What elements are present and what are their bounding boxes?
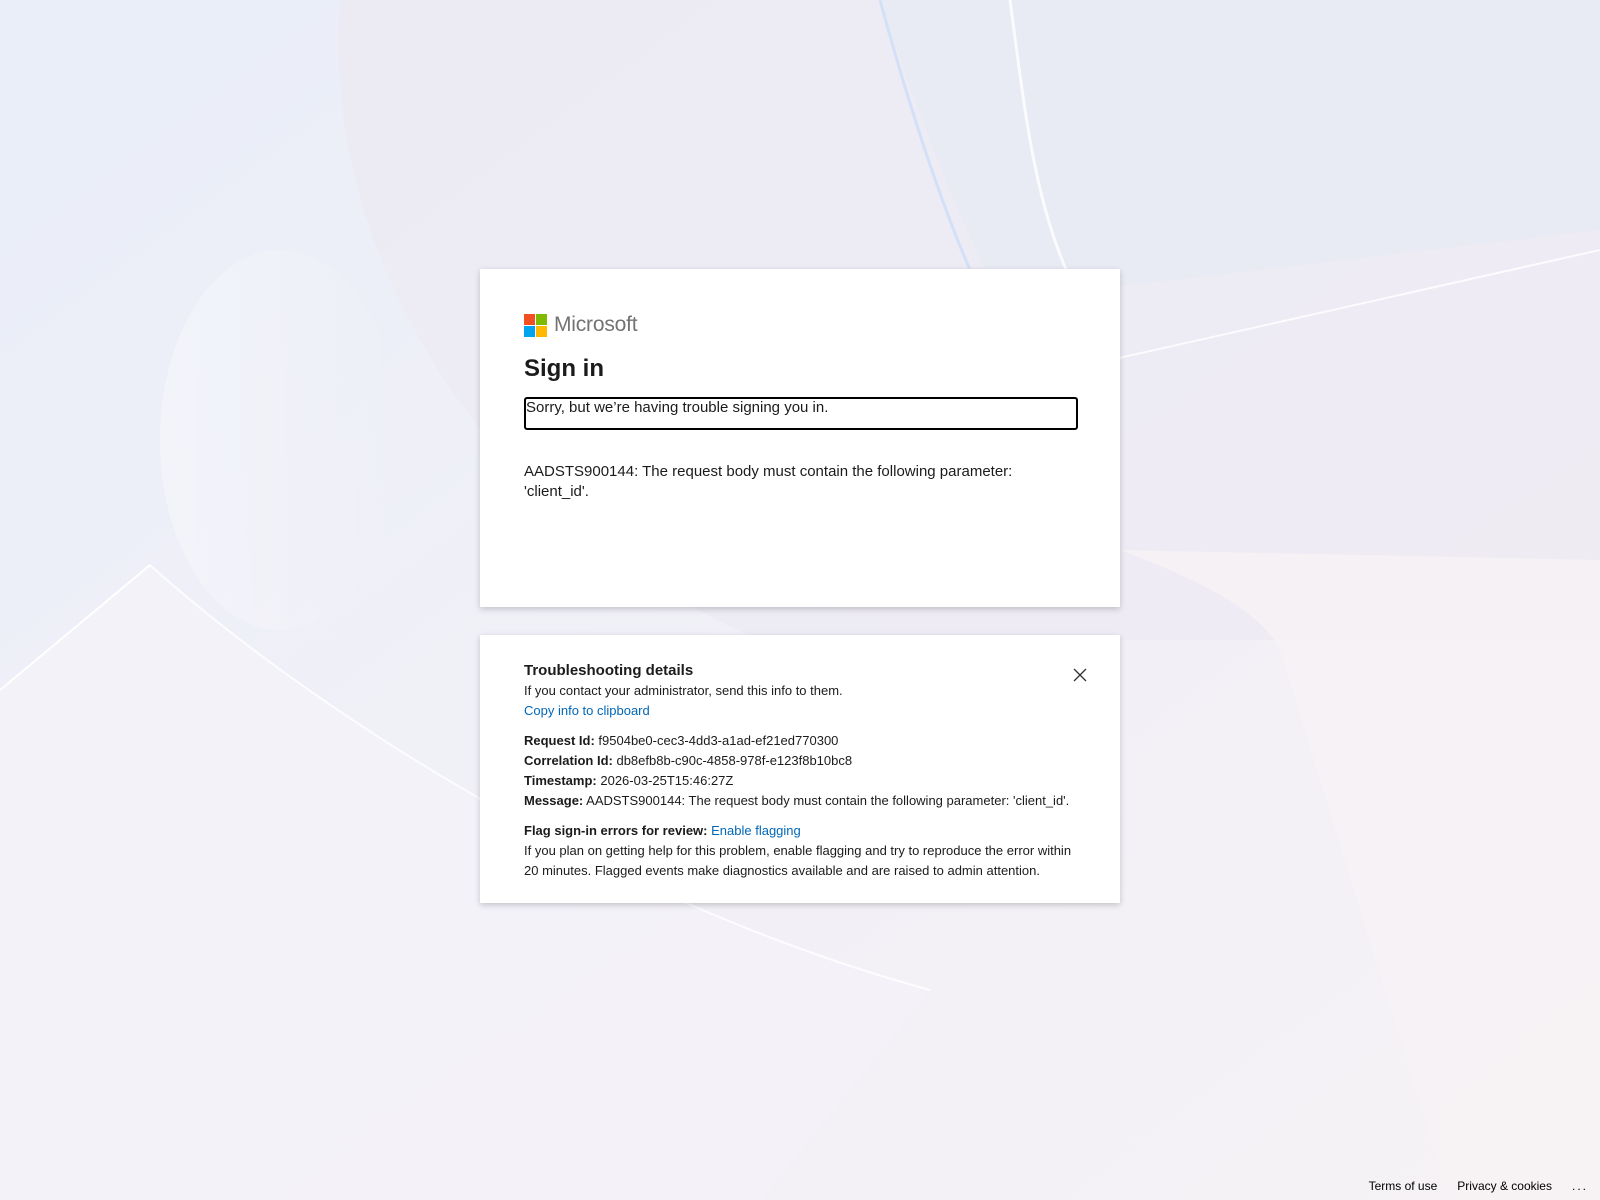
message-row: Message: AADSTS900144: The request body … (524, 791, 1076, 811)
privacy-cookies-link[interactable]: Privacy & cookies (1457, 1179, 1552, 1193)
timestamp-row: Timestamp: 2026-03-25T15:46:27Z (524, 771, 1076, 791)
close-button[interactable] (1066, 661, 1094, 689)
footer: Terms of use Privacy & cookies ... (1349, 1172, 1600, 1200)
correlation-id-label: Correlation Id: (524, 753, 613, 768)
copy-to-clipboard-link[interactable]: Copy info to clipboard (524, 703, 650, 718)
correlation-id-row: Correlation Id: db8efb8b-c90c-4858-978f-… (524, 751, 1076, 771)
sign-in-card: Microsoft Sign in Sorry, but we’re havin… (480, 269, 1120, 607)
flag-description: If you plan on getting help for this pro… (524, 843, 1072, 878)
more-options-button[interactable]: ... (1572, 1179, 1588, 1193)
request-id-label: Request Id: (524, 733, 595, 748)
troubleshooting-title: Troubleshooting details (524, 662, 694, 679)
error-alert: Sorry, but we’re having trouble signing … (524, 397, 1078, 430)
microsoft-logo: Microsoft (524, 313, 1076, 337)
page-title: Sign in (524, 355, 604, 382)
logo-text: Microsoft (554, 313, 638, 336)
troubleshooting-intro: If you contact your administrator, send … (524, 683, 843, 698)
flag-label: Flag sign-in errors for review: (524, 823, 708, 838)
request-id-value: f9504be0-cec3-4dd3-a1ad-ef21ed770300 (598, 733, 839, 748)
close-icon (1073, 668, 1087, 682)
timestamp-value: 2026-03-25T15:46:27Z (600, 773, 734, 788)
microsoft-logo-icon (524, 313, 547, 337)
troubleshooting-panel: Troubleshooting details If you contact y… (480, 635, 1120, 903)
page: Microsoft Sign in Sorry, but we’re havin… (0, 0, 1600, 1200)
error-message: AADSTS900144: The request body must cont… (524, 463, 1013, 500)
terms-of-use-link[interactable]: Terms of use (1369, 1179, 1438, 1193)
message-value: AADSTS900144: The request body must cont… (586, 793, 1070, 808)
message-label: Message: (524, 793, 584, 808)
enable-flagging-link[interactable]: Enable flagging (711, 823, 801, 838)
correlation-id-value: db8efb8b-c90c-4858-978f-e123f8b10bc8 (616, 753, 853, 768)
timestamp-label: Timestamp: (524, 773, 597, 788)
flag-row: Flag sign-in errors for review: Enable f… (524, 821, 1076, 841)
request-id-row: Request Id: f9504be0-cec3-4dd3-a1ad-ef21… (524, 731, 1076, 751)
